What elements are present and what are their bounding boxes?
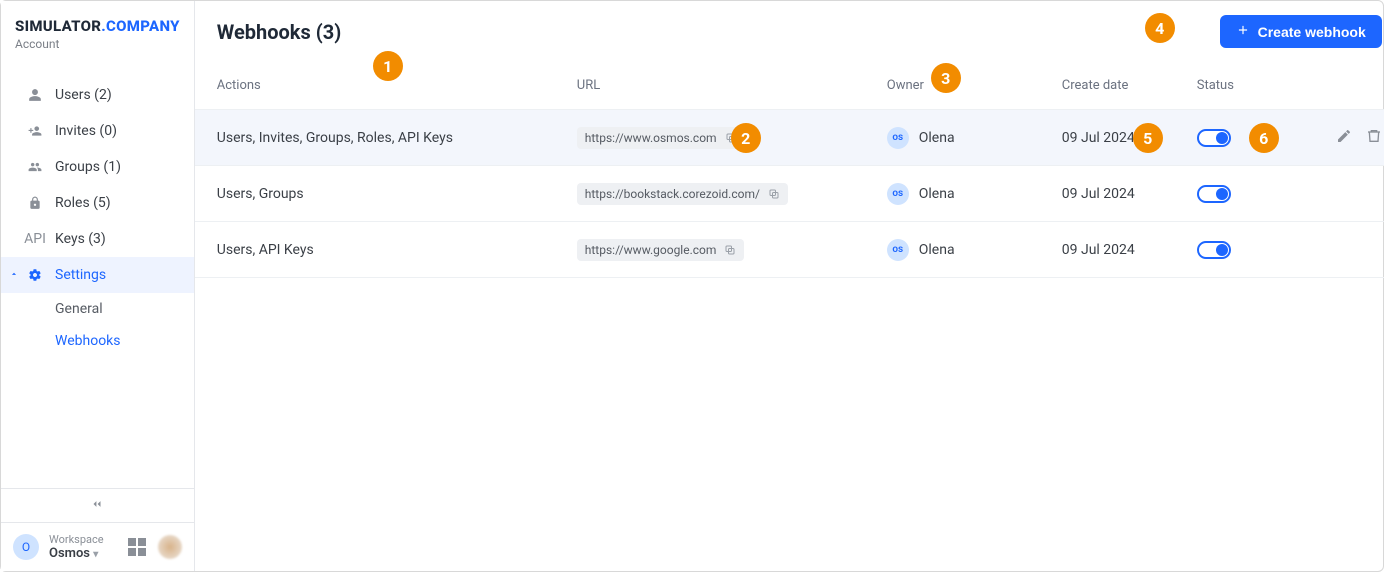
callout-3: 3 [931, 63, 961, 93]
apps-grid-icon[interactable] [128, 538, 146, 556]
col-owner: Owner [887, 78, 1062, 93]
sidebar-item-label: Roles (5) [55, 195, 111, 211]
url-chip[interactable]: https://bookstack.corezoid.com/ [577, 183, 788, 205]
sidebar-item-label: Settings [55, 267, 106, 283]
gear-icon [27, 268, 43, 282]
owner-name: Olena [919, 130, 955, 146]
col-actions: Actions [217, 78, 577, 93]
chevron-double-left-icon [90, 497, 104, 515]
sidebar: SIMULATOR.COMPANY Account Users (2) Invi… [1, 1, 195, 571]
sidebar-item-label: Groups (1) [55, 159, 121, 175]
table-row[interactable]: Users, API Keys https://www.google.com o… [195, 222, 1384, 278]
user-icon [27, 88, 43, 102]
workspace-name: Osmos ▾ [49, 546, 104, 561]
sidebar-item-roles[interactable]: Roles (5) [1, 185, 194, 221]
cell-actions: Users, Invites, Groups, Roles, API Keys [217, 130, 577, 146]
cell-actions: Users, API Keys [217, 242, 577, 258]
create-webhook-label: Create webhook [1258, 24, 1366, 40]
api-text-icon: API [27, 231, 43, 247]
status-toggle[interactable] [1197, 129, 1231, 147]
sidebar-item-label: Users (2) [55, 87, 112, 103]
url-chip[interactable]: https://www.google.com [577, 239, 745, 261]
caret-up-icon [9, 267, 19, 283]
owner-name: Olena [919, 186, 955, 202]
chevron-down-icon: ▾ [93, 549, 98, 560]
edit-icon[interactable] [1336, 128, 1352, 148]
owner-avatar: os [887, 239, 909, 261]
sidebar-item-invites[interactable]: Invites (0) [1, 113, 194, 149]
workspace-label: Workspace [49, 533, 104, 546]
status-toggle[interactable] [1197, 185, 1231, 203]
sidebar-bottom: O Workspace Osmos ▾ [1, 488, 194, 571]
workspace-avatar: O [13, 534, 39, 560]
status-toggle[interactable] [1197, 241, 1231, 259]
workspace-switcher[interactable]: O Workspace Osmos ▾ [1, 523, 194, 571]
col-date: Create date [1062, 78, 1197, 93]
main-content: Webhooks (3) Create webhook Actions URL … [195, 1, 1384, 571]
sidebar-item-label: Keys (3) [55, 231, 106, 247]
sidebar-item-settings[interactable]: Settings [1, 257, 194, 293]
users-icon [27, 160, 43, 174]
lock-icon [27, 196, 43, 210]
workspace-text: Workspace Osmos ▾ [49, 533, 104, 561]
col-status: Status [1197, 78, 1302, 93]
sidebar-sub-general[interactable]: General [1, 293, 194, 325]
callout-4: 4 [1145, 13, 1175, 43]
user-plus-icon [27, 124, 43, 138]
brand-subtitle: Account [15, 37, 180, 51]
plus-icon [1236, 23, 1250, 40]
delete-icon[interactable] [1366, 128, 1382, 148]
cell-owner: os Olena [887, 183, 1062, 205]
cell-actions: Users, Groups [217, 186, 577, 202]
brand-part-2: COMPANY [106, 17, 180, 35]
callout-1: 1 [373, 51, 403, 81]
cell-date: 09 Jul 2024 [1062, 242, 1197, 258]
url-chip[interactable]: https://www.osmos.com [577, 127, 745, 149]
copy-icon[interactable] [768, 188, 780, 200]
create-webhook-button[interactable]: Create webhook [1220, 15, 1382, 48]
page-title: Webhooks (3) [217, 20, 341, 44]
table-row[interactable]: Users, Groups https://bookstack.corezoid… [195, 166, 1384, 222]
cell-date: 09 Jul 2024 [1062, 130, 1197, 146]
sidebar-item-users[interactable]: Users (2) [1, 77, 194, 113]
owner-avatar: os [887, 183, 909, 205]
user-avatar[interactable] [158, 535, 182, 559]
owner-name: Olena [919, 242, 955, 258]
url-text: https://www.osmos.com [585, 131, 717, 145]
copy-icon[interactable] [724, 244, 736, 256]
sidebar-item-label: Invites (0) [55, 123, 117, 139]
brand-part-1: SIMULATOR [15, 17, 101, 35]
row-actions [1302, 128, 1382, 148]
cell-owner: os Olena [887, 239, 1062, 261]
callout-2: 2 [731, 123, 761, 153]
brand-title: SIMULATOR.COMPANY [15, 17, 180, 35]
cell-date: 09 Jul 2024 [1062, 186, 1197, 202]
sidebar-sub-webhooks[interactable]: Webhooks [1, 325, 194, 357]
sidebar-nav: Users (2) Invites (0) Groups (1) Roles (… [1, 77, 194, 488]
sidebar-collapse-button[interactable] [1, 489, 194, 523]
cell-status [1197, 185, 1302, 203]
callout-5: 5 [1133, 123, 1163, 153]
url-text: https://bookstack.corezoid.com/ [585, 187, 760, 201]
url-text: https://www.google.com [585, 243, 717, 257]
webhooks-table: Actions URL Owner Create date Status Use… [195, 62, 1384, 278]
cell-url: https://www.google.com [577, 239, 887, 261]
owner-avatar: os [887, 127, 909, 149]
callout-6: 6 [1249, 123, 1279, 153]
sidebar-item-api-keys[interactable]: API Keys (3) [1, 221, 194, 257]
cell-owner: os Olena [887, 127, 1062, 149]
table-row[interactable]: Users, Invites, Groups, Roles, API Keys … [195, 110, 1384, 166]
cell-url: https://bookstack.corezoid.com/ [577, 183, 887, 205]
col-url: URL [577, 78, 887, 93]
brand-block: SIMULATOR.COMPANY Account [1, 1, 194, 55]
cell-status [1197, 241, 1302, 259]
sidebar-item-groups[interactable]: Groups (1) [1, 149, 194, 185]
page-header: Webhooks (3) Create webhook [195, 1, 1384, 62]
